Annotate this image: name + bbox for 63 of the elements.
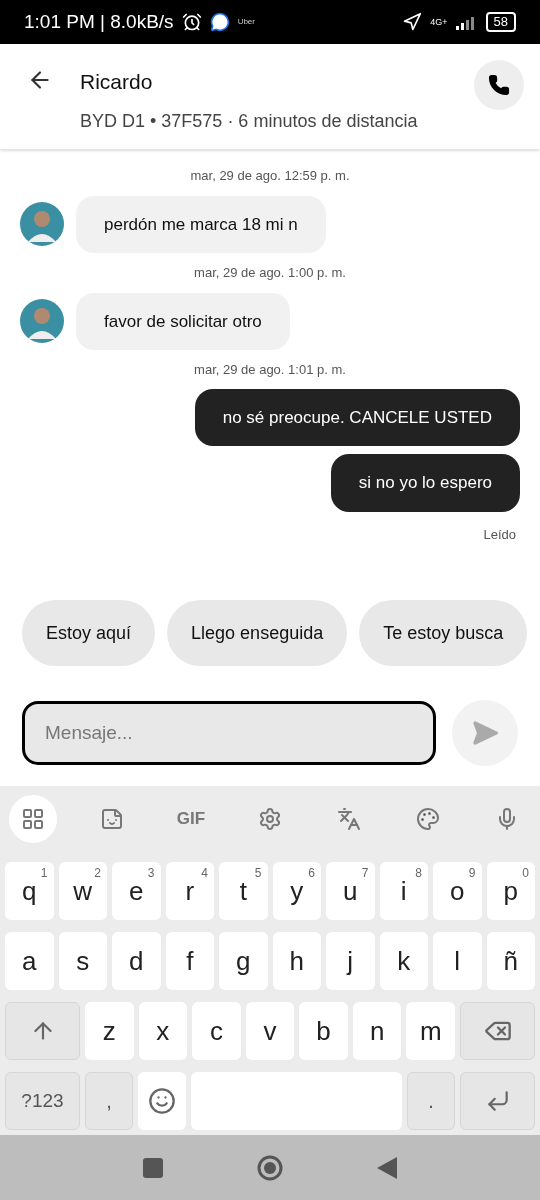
key[interactable]: j	[326, 932, 375, 990]
apps-icon	[21, 807, 45, 831]
network-label: 4G+	[430, 17, 448, 27]
key[interactable]: k	[379, 932, 428, 990]
emoji-key[interactable]	[138, 1072, 186, 1130]
key[interactable]: n	[352, 1002, 402, 1060]
key[interactable]: v	[245, 1002, 295, 1060]
contact-name: Ricardo	[80, 69, 154, 95]
punctuation-key[interactable]: ,	[85, 1072, 133, 1130]
settings-icon	[258, 807, 282, 831]
key[interactable]: h	[272, 932, 321, 990]
key[interactable]: x	[138, 1002, 188, 1060]
key[interactable]: f	[165, 932, 214, 990]
emoji-icon	[148, 1087, 176, 1115]
key[interactable]: r 4	[165, 862, 214, 920]
backspace-key[interactable]	[460, 1002, 536, 1060]
key[interactable]: a	[5, 932, 54, 990]
key[interactable]: s	[58, 932, 107, 990]
message-icon	[209, 12, 230, 32]
key[interactable]: i 8	[379, 862, 428, 920]
recents-icon[interactable]	[142, 1157, 163, 1178]
message-field[interactable]: Mensaje...	[22, 701, 436, 765]
read-receipt: Leído	[483, 525, 516, 544]
key[interactable]: d	[112, 932, 161, 990]
key[interactable]: t 5	[219, 862, 268, 920]
message-bubble: perdón me marca 18 mi n	[76, 195, 326, 253]
key[interactable]: g	[219, 932, 268, 990]
status-time: 1:01 PM | 8.0kB/s	[24, 9, 174, 34]
alarm-icon	[181, 12, 202, 32]
quick-reply-chip[interactable]: Estoy aquí	[22, 600, 156, 666]
translate-icon	[337, 807, 361, 831]
battery-indicator: 58	[485, 12, 516, 32]
sticker-icon	[100, 807, 124, 831]
quick-reply-chip[interactable]: Te estoy busca	[359, 600, 528, 666]
apps-button[interactable]	[9, 795, 57, 843]
message-bubble: no sé preocupe. CANCELE USTED	[194, 388, 520, 446]
timestamp: mar, 29 de ago. 1:00 p. m.	[194, 264, 346, 282]
avatar	[20, 202, 64, 247]
key[interactable]: ñ	[486, 932, 535, 990]
phone-icon	[488, 74, 510, 96]
avatar	[20, 299, 64, 344]
enter-key[interactable]	[460, 1072, 535, 1130]
home-icon[interactable]	[256, 1153, 284, 1182]
symbols-key[interactable]: ?123	[5, 1072, 80, 1130]
key[interactable]: c	[192, 1002, 241, 1060]
call-button[interactable]	[474, 60, 524, 110]
palette-icon	[416, 807, 440, 831]
quick-reply-chip[interactable]: Llego enseguida	[167, 600, 348, 666]
key[interactable]: m	[406, 1002, 456, 1060]
gif-button[interactable]: GIF	[167, 795, 215, 843]
key[interactable]: l	[433, 932, 482, 990]
app-label: Uber	[237, 16, 255, 28]
trip-details: BYD D1 • 37F575 · 6 minutos de distancia	[80, 109, 419, 133]
key[interactable]: b	[299, 1002, 348, 1060]
timestamp: mar, 29 de ago. 12:59 p. m.	[190, 167, 350, 185]
back-icon[interactable]	[377, 1156, 398, 1179]
send-icon	[471, 719, 499, 747]
location-icon	[402, 12, 423, 32]
message-bubble: si no yo lo espero	[330, 454, 520, 512]
timestamp: mar, 29 de ago. 1:01 p. m.	[194, 361, 346, 379]
message-bubble: favor de solicitar otro	[76, 292, 290, 350]
key[interactable]: z	[85, 1002, 134, 1060]
punctuation-key[interactable]: .	[407, 1072, 455, 1130]
